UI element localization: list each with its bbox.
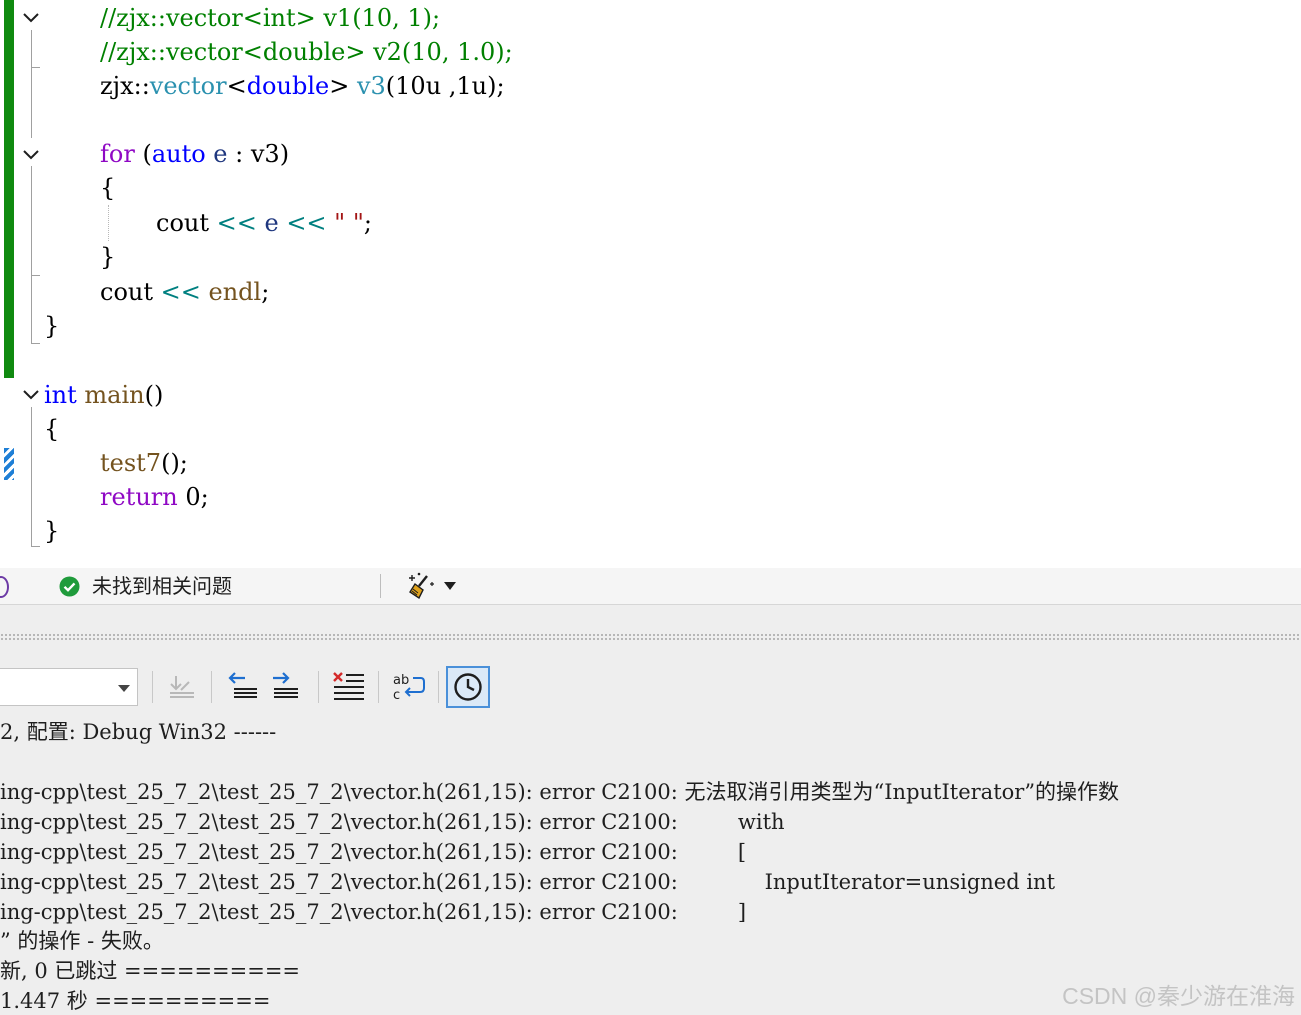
code-line: //zjx::vector<double> v2(10, 1.0); — [100, 38, 513, 66]
collapse-chevron-icon[interactable] — [21, 385, 41, 405]
toolbar-separator — [152, 671, 153, 703]
status-separator — [380, 574, 381, 598]
outline-guide — [31, 275, 40, 276]
code-line: test7(); — [100, 449, 188, 477]
output-line: 新, 0 已跳过 ========== — [0, 959, 301, 983]
toolbar-separator — [438, 671, 439, 703]
code-line: { — [100, 174, 116, 202]
toolbar-separator — [318, 671, 319, 703]
splitter-grip[interactable] — [0, 633, 1301, 641]
code-line: cout << endl; — [100, 278, 270, 306]
output-line: ing-cpp\test_25_7_2\test_25_7_2\vector.h… — [0, 900, 747, 924]
panel-splitter[interactable] — [0, 605, 1301, 657]
output-pane[interactable]: 2, 配置: Debug Win32 ------ ing-cpp\test_2… — [0, 715, 1301, 1015]
code-line: } — [44, 517, 60, 545]
output-line: 2, 配置: Debug Win32 ------ — [0, 720, 277, 744]
toolbar-separator — [378, 671, 379, 703]
code-line: //zjx::vector<int> v1(10, 1); — [100, 4, 441, 32]
go-to-previous-message-icon[interactable] — [225, 668, 263, 706]
collapse-chevron-icon[interactable] — [21, 8, 41, 28]
editor-status-bar: 未找到相关问题 — [0, 568, 1301, 605]
output-source-dropdown[interactable] — [0, 668, 138, 706]
code-line: { — [44, 415, 60, 443]
output-line: 1.447 秒 ========== — [0, 989, 271, 1013]
code-line: return 0; — [100, 483, 209, 511]
outline-guide — [31, 343, 40, 344]
svg-text:ab: ab — [393, 673, 409, 688]
code-editor[interactable]: //zjx::vector<int> v1(10, 1); //zjx::vec… — [0, 0, 1301, 568]
health-indicator-icon[interactable] — [0, 576, 9, 598]
go-to-next-message-icon[interactable] — [268, 668, 306, 706]
outline-guide — [31, 30, 32, 138]
chevron-down-icon — [118, 685, 130, 692]
show-timestamps-icon[interactable] — [446, 666, 490, 708]
output-line: ing-cpp\test_25_7_2\test_25_7_2\vector.h… — [0, 870, 1056, 894]
code-line: zjx::vector<double> v3(10u ,1u); — [100, 72, 505, 100]
toggle-word-wrap-icon[interactable]: ab c — [389, 668, 427, 706]
outline-guide — [31, 67, 40, 68]
output-line: ing-cpp\test_25_7_2\test_25_7_2\vector.h… — [0, 810, 785, 834]
toolbar-separator — [211, 671, 212, 703]
code-line: } — [100, 243, 116, 271]
output-line: ” 的操作 - 失败。 — [0, 929, 164, 953]
watermark: CSDN @秦少游在淮海 — [1062, 983, 1295, 1009]
change-tracking-bar — [4, 0, 14, 378]
code-line: int main() — [44, 381, 164, 409]
broom-sparkle-icon[interactable] — [406, 571, 436, 601]
chevron-down-icon[interactable] — [444, 582, 456, 590]
code-line: } — [44, 312, 60, 340]
output-line: ing-cpp\test_25_7_2\test_25_7_2\vector.h… — [0, 840, 747, 864]
code-line: for (auto e : v3) — [100, 140, 290, 168]
collapse-chevron-icon[interactable] — [21, 145, 41, 165]
check-circle-icon[interactable] — [59, 576, 80, 597]
clear-all-icon[interactable] — [330, 668, 368, 706]
find-message-in-code-icon[interactable] — [164, 668, 202, 706]
output-line: ing-cpp\test_25_7_2\test_25_7_2\vector.h… — [0, 780, 1120, 804]
outline-guide — [31, 166, 32, 344]
output-toolbar: ab c — [0, 657, 1301, 715]
svg-text:c: c — [393, 688, 400, 703]
code-line: cout << e << " "; — [156, 209, 372, 237]
unsaved-change-marker — [4, 448, 14, 480]
outline-guide — [31, 546, 40, 547]
issues-status-text[interactable]: 未找到相关问题 — [92, 572, 232, 602]
indent-guide — [108, 205, 109, 241]
outline-guide — [31, 407, 32, 547]
